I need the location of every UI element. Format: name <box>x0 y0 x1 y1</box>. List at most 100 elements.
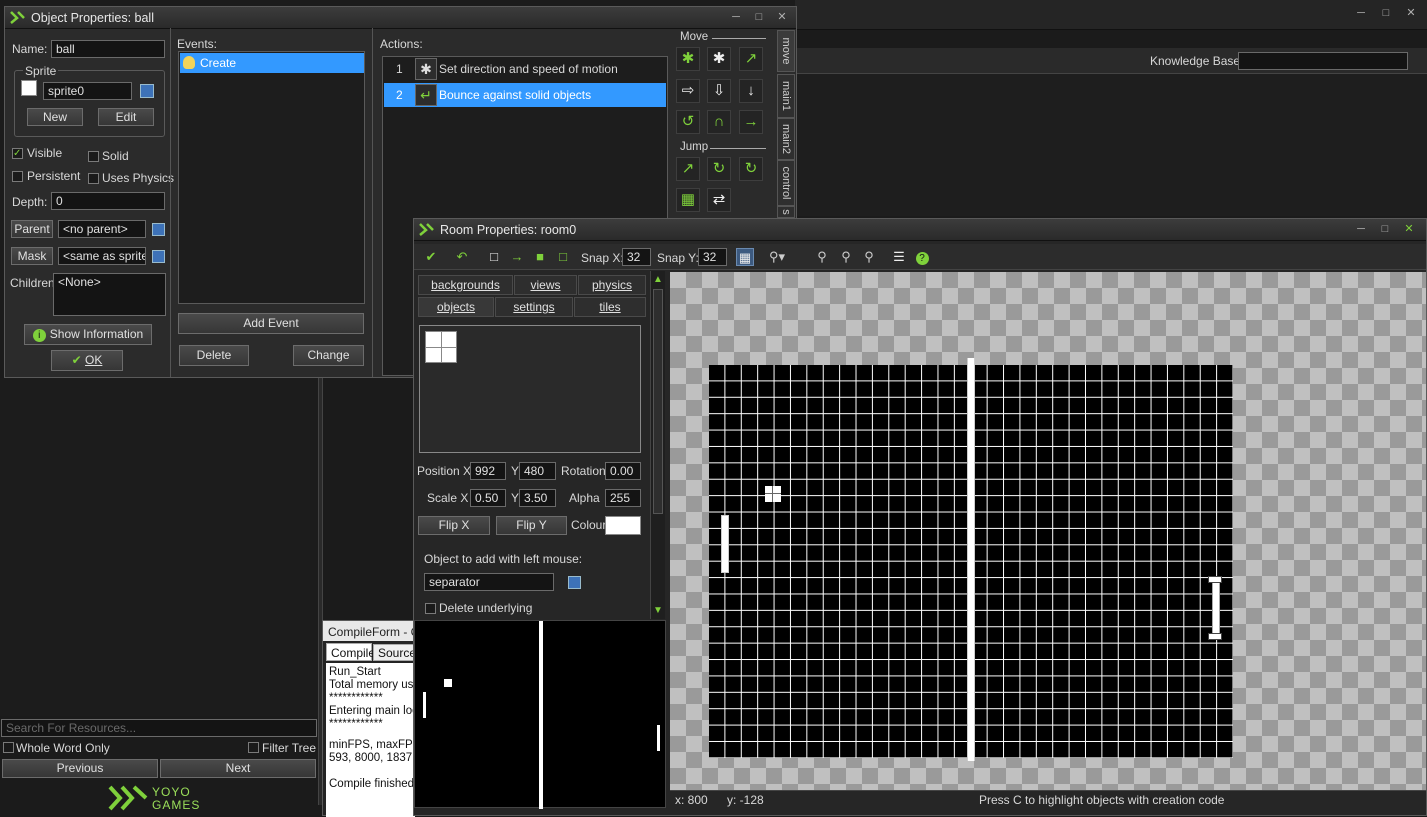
show-information-button[interactable]: i Show Information <box>24 324 152 345</box>
tab-main2[interactable]: main2 <box>777 118 795 160</box>
jump-position-icon[interactable]: ↗ <box>676 157 700 181</box>
object-minimize-button[interactable]: ─ <box>727 10 745 25</box>
event-item-create[interactable]: Create <box>180 53 364 73</box>
move-free-icon[interactable]: ✱ <box>707 47 731 71</box>
flipy-button[interactable]: Flip Y <box>496 516 567 535</box>
object-close-button[interactable]: ✕ <box>773 10 791 25</box>
tab-score[interactable]: s <box>777 206 795 218</box>
tab-move[interactable]: move <box>777 30 795 72</box>
room-paddle-left[interactable] <box>721 515 729 573</box>
room-minimize-button[interactable]: ─ <box>1352 222 1370 237</box>
jump-start-icon[interactable]: ↻ <box>707 157 731 181</box>
add-object-input[interactable]: separator <box>424 573 554 591</box>
parent-menu-icon[interactable] <box>152 223 165 236</box>
zoom-in-icon[interactable]: ⚲ <box>860 248 878 266</box>
scalex-input[interactable]: 0.50 <box>470 489 506 507</box>
shift-icon[interactable]: → <box>508 248 526 266</box>
zoom-dropdown-icon[interactable]: ⚲▾ <box>762 248 792 266</box>
scroll-down-icon[interactable]: ▼ <box>653 605 663 616</box>
lock-icon[interactable]: ■ <box>531 248 549 266</box>
object-maximize-button[interactable]: □ <box>750 10 768 25</box>
selection-handle[interactable] <box>1208 633 1222 640</box>
clear-icon[interactable]: □ <box>485 248 503 266</box>
parent-input[interactable]: <no parent> <box>58 220 146 238</box>
visible-checkbox[interactable]: ✓ <box>12 148 23 159</box>
tab-views[interactable]: views <box>514 275 577 295</box>
tab-main1[interactable]: main1 <box>777 74 795 118</box>
zoom-out-icon[interactable]: ⚲ <box>813 248 831 266</box>
undo-icon[interactable]: ↶ <box>453 248 471 266</box>
grid-toggle-icon[interactable]: ▦ <box>736 248 754 266</box>
kb-input[interactable] <box>1238 52 1408 70</box>
sprite-menu-icon[interactable] <box>140 84 154 98</box>
tab-physics[interactable]: physics <box>578 275 646 295</box>
scroll-thumb[interactable] <box>653 289 663 514</box>
persistent-checkbox[interactable] <box>12 171 23 182</box>
change-event-button[interactable]: Change <box>293 345 364 366</box>
colour-swatch[interactable] <box>605 516 641 535</box>
filter-tree-checkbox[interactable] <box>248 742 259 753</box>
room-separator-instance[interactable] <box>967 358 975 761</box>
flipx-button[interactable]: Flip X <box>418 516 490 535</box>
gravity-icon[interactable]: ↓ <box>739 79 763 103</box>
add-object-menu-icon[interactable] <box>568 576 581 589</box>
reverse-horizontal-icon[interactable]: ↺ <box>676 110 700 134</box>
compile-tab-source[interactable]: Source <box>373 644 417 661</box>
rotation-input[interactable]: 0.00 <box>605 462 641 480</box>
ok-toolbar-icon[interactable]: ✔ <box>422 248 440 266</box>
room-paddle-right[interactable] <box>1212 579 1220 637</box>
main-minimize-button[interactable]: ─ <box>1352 6 1370 21</box>
friction-icon[interactable]: → <box>739 110 763 134</box>
delete-event-button[interactable]: Delete <box>179 345 249 366</box>
room-close-button[interactable]: ✕ <box>1400 222 1418 237</box>
move-towards-icon[interactable]: ↗ <box>739 47 763 71</box>
alpha-input[interactable]: 255 <box>605 489 641 507</box>
sprite-input[interactable]: sprite0 <box>43 82 132 100</box>
resource-search-input[interactable]: Search For Resources... <box>1 719 317 737</box>
depth-input[interactable]: 0 <box>51 192 165 210</box>
room-left-scrollbar[interactable]: ▲ ▼ <box>650 271 665 619</box>
tab-settings[interactable]: settings <box>495 297 573 317</box>
ok-button[interactable]: ✔ OK <box>51 350 123 371</box>
tab-tiles[interactable]: tiles <box>574 297 646 317</box>
name-input[interactable]: ball <box>51 40 165 58</box>
room-maximize-button[interactable]: □ <box>1376 222 1394 237</box>
tab-objects[interactable]: objects <box>418 297 494 317</box>
reverse-vertical-icon[interactable]: ∩ <box>707 110 731 134</box>
next-button[interactable]: Next <box>160 759 316 778</box>
move-fixed-icon[interactable]: ✱ <box>676 47 700 71</box>
whole-word-checkbox[interactable] <box>3 742 14 753</box>
scaley-input[interactable]: 3.50 <box>519 489 556 507</box>
sprite-edit-button[interactable]: Edit <box>98 108 154 126</box>
zoom-reset-icon[interactable]: ⚲ <box>837 248 855 266</box>
selection-handle[interactable] <box>1208 576 1222 583</box>
speed-vertical-icon[interactable]: ⇩ <box>707 79 731 103</box>
posy-input[interactable]: 480 <box>519 462 556 480</box>
compile-tab-compile[interactable]: Compile <box>326 643 375 661</box>
solid-checkbox[interactable] <box>88 151 99 162</box>
speed-horizontal-icon[interactable]: ⇨ <box>676 79 700 103</box>
room-minimap[interactable] <box>414 620 666 809</box>
list-icon[interactable]: ☰ <box>890 248 908 266</box>
mask-menu-icon[interactable] <box>152 250 165 263</box>
scroll-up-icon[interactable]: ▲ <box>653 274 663 285</box>
mask-button[interactable]: Mask <box>11 247 53 265</box>
previous-button[interactable]: Previous <box>2 759 158 778</box>
parent-button[interactable]: Parent <box>11 220 53 238</box>
snap-grid-icon[interactable]: ▦ <box>676 188 700 212</box>
snapx-input[interactable]: 32 <box>622 248 651 266</box>
delete-underlying-checkbox[interactable] <box>425 603 436 614</box>
room-ball-instance[interactable] <box>765 486 781 502</box>
action-row[interactable]: 1 ✱ Set direction and speed of motion <box>384 57 666 81</box>
posx-input[interactable]: 992 <box>470 462 506 480</box>
tab-control[interactable]: control <box>777 160 795 206</box>
physics-checkbox[interactable] <box>88 173 99 184</box>
tab-backgrounds[interactable]: backgrounds <box>418 275 513 295</box>
unlock-icon[interactable]: □ <box>554 248 572 266</box>
action-row-selected[interactable]: 2 ↵ Bounce against solid objects <box>384 83 666 107</box>
help-icon[interactable]: ? <box>913 248 931 266</box>
wrap-screen-icon[interactable]: ⇄ <box>707 188 731 212</box>
main-close-button[interactable]: ✕ <box>1402 6 1420 21</box>
main-maximize-button[interactable]: □ <box>1377 6 1395 21</box>
mask-input[interactable]: <same as sprite> <box>58 247 146 265</box>
